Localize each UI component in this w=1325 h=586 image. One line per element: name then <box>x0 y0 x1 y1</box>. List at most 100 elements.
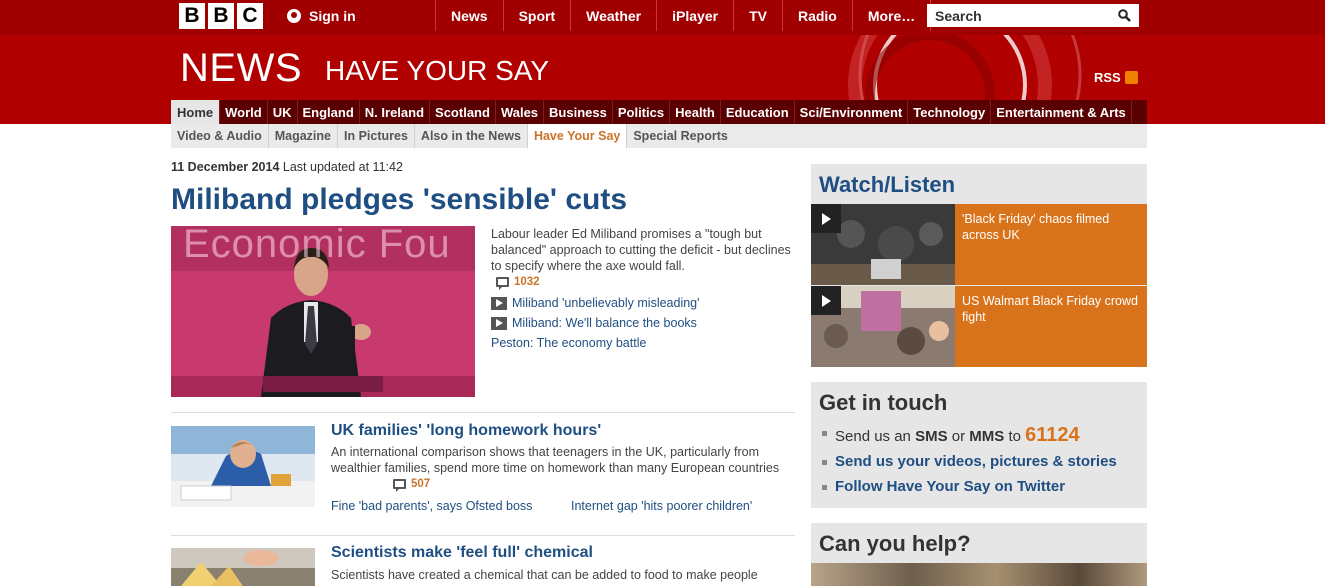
bbc-logo[interactable]: B B C <box>179 3 263 29</box>
watch-listen-item[interactable]: US Walmart Black Friday crowd fight <box>811 286 1147 367</box>
subnav-in-pictures[interactable]: In Pictures <box>338 124 415 148</box>
homework-story-title[interactable]: UK families' 'long homework hours' <box>331 422 601 440</box>
watch-listen-item[interactable]: 'Black Friday' chaos filmed across UK <box>811 204 1147 285</box>
homework-story-image[interactable] <box>171 426 315 507</box>
subnav-magazine[interactable]: Magazine <box>269 124 338 148</box>
search-icon[interactable] <box>1118 9 1131 22</box>
main-nav: Home World UK England N. Ireland Scotlan… <box>171 100 1147 124</box>
can-you-help-title: Can you help? <box>819 531 971 556</box>
nav-sci-environment[interactable]: Sci/Environment <box>795 100 909 124</box>
nav-technology[interactable]: Technology <box>908 100 992 124</box>
watch-listen-title: Watch/Listen <box>819 172 956 197</box>
sub-nav: Video & Audio Magazine In Pictures Also … <box>171 124 1147 148</box>
nav-n-ireland[interactable]: N. Ireland <box>360 100 431 124</box>
video-thumbnail <box>811 286 955 367</box>
sms-number: 61124 <box>1025 424 1080 446</box>
dateline: 11 December 2014 Last updated at 11:42 <box>171 160 403 174</box>
send-videos-link[interactable]: Send us your videos, pictures & stories <box>822 453 1117 470</box>
top-story-headline[interactable]: Miliband pledges 'sensible' cuts <box>171 183 627 217</box>
video-play-icon <box>491 296 507 310</box>
top-story-comments[interactable]: 1032 <box>496 276 540 290</box>
sms-label: SMS <box>915 428 948 445</box>
subnav-special-reports[interactable]: Special Reports <box>627 124 733 148</box>
story-divider <box>171 412 795 413</box>
subnav-also-in-news[interactable]: Also in the News <box>415 124 528 148</box>
nav-uk[interactable]: UK <box>268 100 298 124</box>
image-caption-text: Economic Fou <box>183 226 451 266</box>
top-story-summary: Labour leader Ed Miliband promises a "to… <box>491 227 791 273</box>
top-nav: News Sport Weather iPlayer TV Radio More… <box>435 0 932 31</box>
subnav-video-audio[interactable]: Video & Audio <box>171 124 269 148</box>
homework-story-summary: An international comparison shows that t… <box>331 445 780 475</box>
topnav-tv[interactable]: TV <box>733 0 782 31</box>
comment-icon <box>496 277 509 290</box>
comment-count: 507 <box>411 478 431 490</box>
topnav-radio[interactable]: Radio <box>781 0 852 31</box>
sms-contact[interactable]: Send us an SMS or MMS to 61124 <box>822 424 1080 447</box>
nav-politics[interactable]: Politics <box>613 100 671 124</box>
homework-story-comments[interactable]: 507 <box>393 478 431 492</box>
top-story-image[interactable]: Economic Fou <box>171 226 475 397</box>
play-icon[interactable] <box>811 286 841 315</box>
related-link-label: Miliband 'unbelievably misleading' <box>512 296 700 310</box>
get-in-touch-title: Get in touch <box>819 390 948 415</box>
bbc-logo-letter: B <box>179 3 205 29</box>
section-title: HAVE YOUR SAY <box>325 55 550 86</box>
video-thumbnail <box>811 204 955 285</box>
user-icon <box>287 8 301 23</box>
nav-entertainment-arts[interactable]: Entertainment & Arts <box>991 100 1132 124</box>
nav-education[interactable]: Education <box>721 100 795 124</box>
can-you-help-panel: Can you help? <box>811 523 1147 586</box>
related-link-1[interactable]: Miliband 'unbelievably misleading' <box>491 296 700 310</box>
topnav-more[interactable]: More… <box>851 0 932 31</box>
nav-home[interactable]: Home <box>171 100 221 124</box>
related-link-label: Miliband: We'll balance the books <box>512 316 697 330</box>
homework-related-link-1[interactable]: Fine 'bad parents', says Ofsted boss <box>331 499 532 513</box>
watch-listen-panel: Watch/Listen 'Black Friday' chaos filmed… <box>811 164 1147 367</box>
top-bar: B B C Sign in News Sport Weather iPlayer… <box>0 0 1325 35</box>
nav-scotland[interactable]: Scotland <box>430 100 496 124</box>
to-label: to <box>1008 428 1021 445</box>
chemical-story-title[interactable]: Scientists make 'feel full' chemical <box>331 544 593 562</box>
related-link-3[interactable]: Peston: The economy battle <box>491 336 646 350</box>
comment-icon <box>393 479 406 492</box>
rss-label: RSS <box>1094 70 1121 85</box>
related-link-2[interactable]: Miliband: We'll balance the books <box>491 316 697 330</box>
bbc-logo-letter: B <box>208 3 234 29</box>
nav-business[interactable]: Business <box>544 100 613 124</box>
story-date: 11 December 2014 <box>171 160 280 174</box>
can-you-help-image[interactable] <box>811 563 1147 586</box>
chemical-story-image[interactable] <box>171 548 315 586</box>
get-in-touch-panel: Get in touch Send us an SMS or MMS to 61… <box>811 382 1147 508</box>
homework-photo <box>171 426 315 507</box>
search-placeholder: Search <box>935 7 982 24</box>
related-link-label: Peston: The economy battle <box>491 336 647 350</box>
watch-listen-label: 'Black Friday' chaos filmed across UK <box>955 204 1147 285</box>
comment-count: 1032 <box>514 276 540 288</box>
play-icon[interactable] <box>811 204 841 233</box>
nav-world[interactable]: World <box>220 100 268 124</box>
topnav-sport[interactable]: Sport <box>502 0 571 31</box>
homework-related-link-2[interactable]: Internet gap 'hits poorer children' <box>571 499 752 513</box>
search-input[interactable]: Search <box>927 4 1139 27</box>
twitter-link[interactable]: Follow Have Your Say on Twitter <box>821 478 1065 495</box>
nav-wales[interactable]: Wales <box>496 100 545 124</box>
story-divider <box>171 535 795 536</box>
signin-label: Sign in <box>309 7 356 24</box>
topnav-news[interactable]: News <box>435 0 503 31</box>
last-updated: Last updated at 11:42 <box>282 160 403 174</box>
mms-label: MMS <box>969 428 1005 445</box>
chemical-story-summary: Scientists have created a chemical that … <box>331 568 758 582</box>
watch-listen-label: US Walmart Black Friday crowd fight <box>955 286 1147 367</box>
news-title[interactable]: NEWS <box>180 46 302 91</box>
subnav-have-your-say[interactable]: Have Your Say <box>527 124 628 148</box>
nav-health[interactable]: Health <box>670 100 721 124</box>
topnav-weather[interactable]: Weather <box>570 0 656 31</box>
rss-link[interactable]: RSS <box>1094 70 1138 85</box>
bbc-logo-letter: C <box>237 3 263 29</box>
chemical-photo <box>171 548 315 586</box>
nav-england[interactable]: England <box>298 100 360 124</box>
video-play-icon <box>491 316 507 330</box>
topnav-iplayer[interactable]: iPlayer <box>656 0 733 31</box>
signin-link[interactable]: Sign in <box>287 0 356 31</box>
